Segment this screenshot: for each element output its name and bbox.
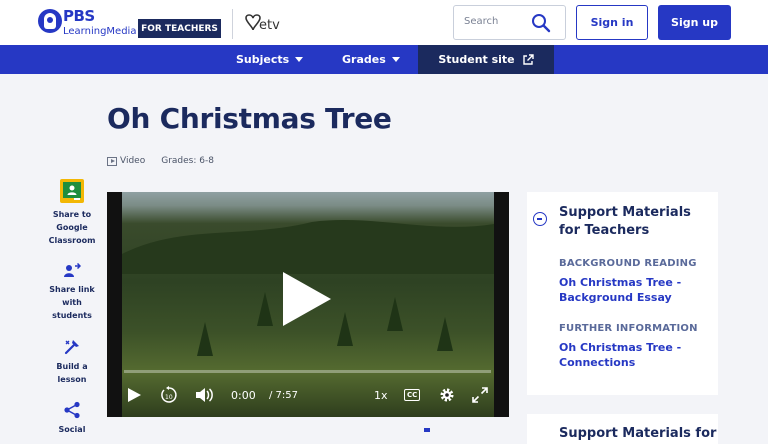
nav-grades[interactable]: Grades (342, 45, 400, 74)
gear-icon (440, 388, 454, 402)
svg-text:10: 10 (165, 394, 173, 401)
sign-up-button[interactable]: Sign up (658, 5, 731, 40)
share-link-label: Share link with students (49, 285, 95, 320)
search-input[interactable]: Search (453, 5, 566, 40)
page-title: Oh Christmas Tree (107, 102, 392, 135)
for-teachers-badge: FOR TEACHERS (138, 19, 221, 38)
nav-subjects-label: Subjects (236, 53, 290, 66)
volume-icon (196, 388, 213, 402)
support-materials-card: Support Materials for Teachers BACKGROUN… (527, 192, 718, 395)
support-materials-card-secondary: Support Materials for (527, 414, 718, 444)
search-icon[interactable] (531, 13, 551, 33)
video-scene-tree (437, 317, 453, 351)
search-placeholder: Search (464, 16, 499, 27)
settings-button[interactable] (439, 380, 455, 410)
connections-link[interactable]: Oh Christmas Tree - Connections (559, 340, 709, 370)
nav-student-site[interactable]: Student site (418, 45, 554, 74)
build-lesson-label: Build a lesson (56, 362, 88, 384)
external-link-icon (522, 53, 534, 65)
social-share-label: Social (58, 425, 86, 434)
nav-subjects[interactable]: Subjects (236, 45, 304, 74)
cc-icon: CC (404, 389, 421, 401)
video-icon (107, 156, 117, 166)
support-materials-title: Support Materials for Teachers (559, 205, 691, 238)
closed-captions-button[interactable]: CC (404, 380, 421, 410)
volume-button[interactable] (195, 380, 213, 410)
video-controls: 10 0:00 / 7:57 1x CC (107, 380, 509, 410)
video-scene-hills (122, 220, 494, 274)
share-link-icon (64, 263, 81, 277)
video-scene-tree (257, 292, 273, 326)
svg-text:etv: etv (259, 18, 280, 33)
google-classroom-icon (60, 179, 84, 203)
etv-logo-icon[interactable]: etv (244, 12, 289, 34)
video-progress-bar[interactable] (124, 370, 491, 373)
video-scene-tree (197, 322, 213, 356)
rewind-10-button[interactable]: 10 (160, 380, 178, 410)
play-button[interactable] (127, 380, 141, 410)
background-essay-link[interactable]: Oh Christmas Tree - Background Essay (559, 275, 709, 305)
chevron-down-icon (295, 57, 304, 62)
grade-range: Grades: 6-8 (161, 156, 214, 166)
section-label-further-info: FURTHER INFORMATION (559, 323, 698, 334)
collapse-icon[interactable] (533, 212, 547, 226)
share-google-classroom-label: Share to Google Classroom (48, 210, 96, 245)
build-lesson-icon (64, 340, 79, 355)
site-header: PBS LearningMedia FOR TEACHERS etv Searc… (0, 0, 768, 45)
share-google-classroom-button[interactable]: Share to Google Classroom (44, 178, 100, 247)
playback-speed-button[interactable]: 1x (374, 380, 388, 410)
video-scene-tree (337, 312, 353, 346)
pbs-logo-icon[interactable] (38, 9, 62, 33)
share-icon (64, 401, 80, 419)
header-divider (232, 9, 233, 39)
media-type: Video (120, 156, 146, 166)
build-lesson-button[interactable]: Build a lesson (44, 338, 100, 386)
fullscreen-icon (472, 387, 488, 403)
video-player[interactable]: 10 0:00 / 7:57 1x CC (107, 192, 509, 417)
nav-student-site-label: Student site (438, 53, 515, 66)
chevron-down-icon (391, 57, 400, 62)
play-small-icon (128, 388, 141, 402)
video-duration: / 7:57 (269, 389, 299, 401)
social-share-button[interactable]: Social (44, 401, 100, 436)
nav-grades-label: Grades (342, 53, 386, 66)
share-link-button[interactable]: Share link with students (44, 263, 100, 322)
current-time: 0:00 (231, 388, 256, 402)
sign-in-button[interactable]: Sign in (576, 5, 648, 40)
fullscreen-button[interactable] (472, 380, 488, 410)
learningmedia-logo-text[interactable]: LearningMedia (63, 26, 136, 38)
main-nav: Subjects Grades Student site (0, 45, 768, 74)
pbs-logo-text[interactable]: PBS (63, 8, 95, 24)
resource-meta: Video Grades: 6-8 (107, 156, 214, 166)
section-label-background: BACKGROUND READING (559, 258, 697, 269)
play-icon[interactable] (283, 272, 331, 326)
rewind-10-icon: 10 (161, 386, 177, 403)
video-scene-tree (387, 297, 403, 331)
below-video-marker (424, 428, 430, 432)
support-materials-title-secondary: Support Materials for (559, 426, 717, 441)
